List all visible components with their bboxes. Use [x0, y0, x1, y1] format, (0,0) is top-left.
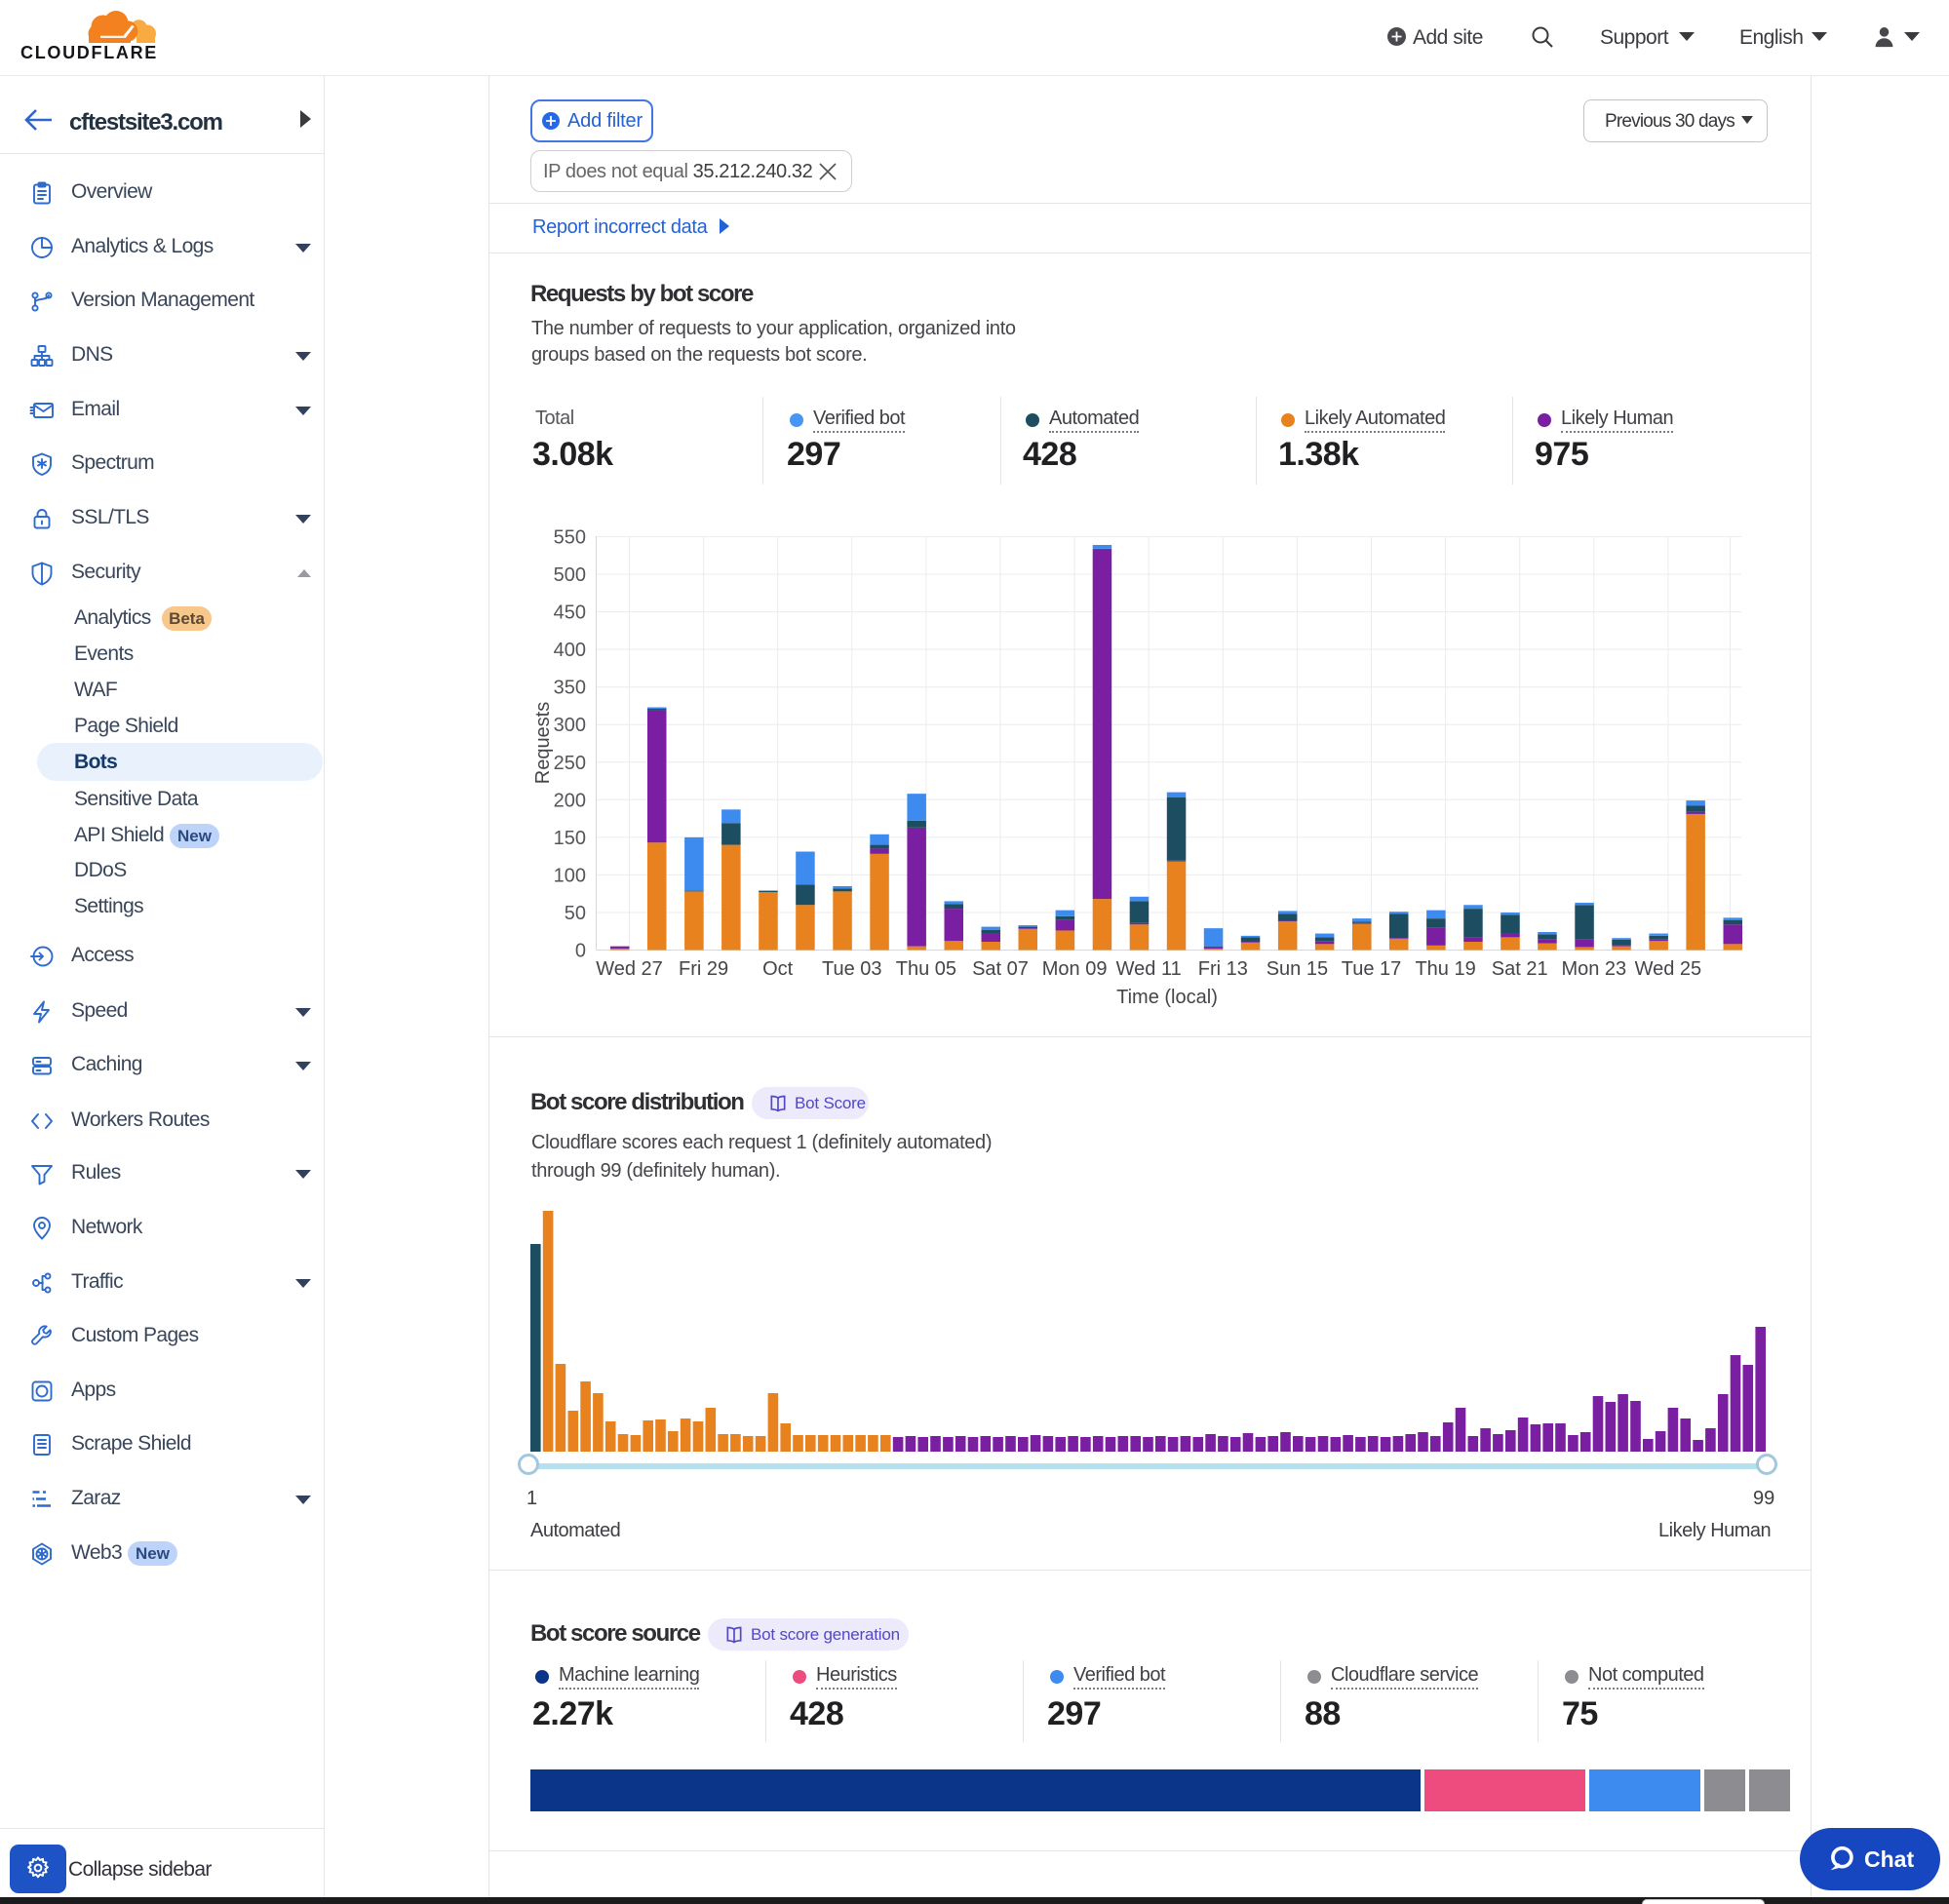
- svg-text:Thu 05: Thu 05: [896, 958, 956, 980]
- svg-text:Sat 07: Sat 07: [972, 958, 1029, 980]
- svg-text:Fri 29: Fri 29: [679, 958, 728, 980]
- svg-text:550: 550: [554, 527, 586, 549]
- svg-text:Oct: Oct: [762, 958, 794, 980]
- svg-text:400: 400: [554, 640, 586, 661]
- svg-text:250: 250: [554, 753, 586, 774]
- svg-text:Sun 15: Sun 15: [1267, 958, 1328, 980]
- svg-text:Wed 27: Wed 27: [596, 958, 663, 980]
- svg-text:Wed 11: Wed 11: [1116, 958, 1182, 980]
- svg-text:100: 100: [554, 865, 586, 886]
- svg-text:300: 300: [554, 715, 586, 736]
- svg-text:Fri 13: Fri 13: [1198, 958, 1248, 980]
- svg-text:150: 150: [554, 828, 586, 849]
- svg-text:Mon 23: Mon 23: [1561, 958, 1626, 980]
- svg-text:450: 450: [554, 602, 586, 624]
- svg-text:Mon 09: Mon 09: [1042, 958, 1108, 980]
- svg-text:Tue 03: Tue 03: [822, 958, 882, 980]
- svg-text:Wed 25: Wed 25: [1635, 958, 1702, 980]
- svg-text:Sat 21: Sat 21: [1492, 958, 1548, 980]
- svg-text:350: 350: [554, 678, 586, 699]
- svg-text:0: 0: [575, 941, 586, 962]
- svg-text:Thu 19: Thu 19: [1415, 958, 1475, 980]
- svg-text:Requests: Requests: [532, 702, 554, 785]
- svg-text:Tue 17: Tue 17: [1342, 958, 1402, 980]
- svg-text:200: 200: [554, 790, 586, 811]
- svg-text:50: 50: [565, 903, 586, 924]
- svg-text:500: 500: [554, 564, 586, 586]
- svg-text:Time (local): Time (local): [1116, 987, 1218, 1008]
